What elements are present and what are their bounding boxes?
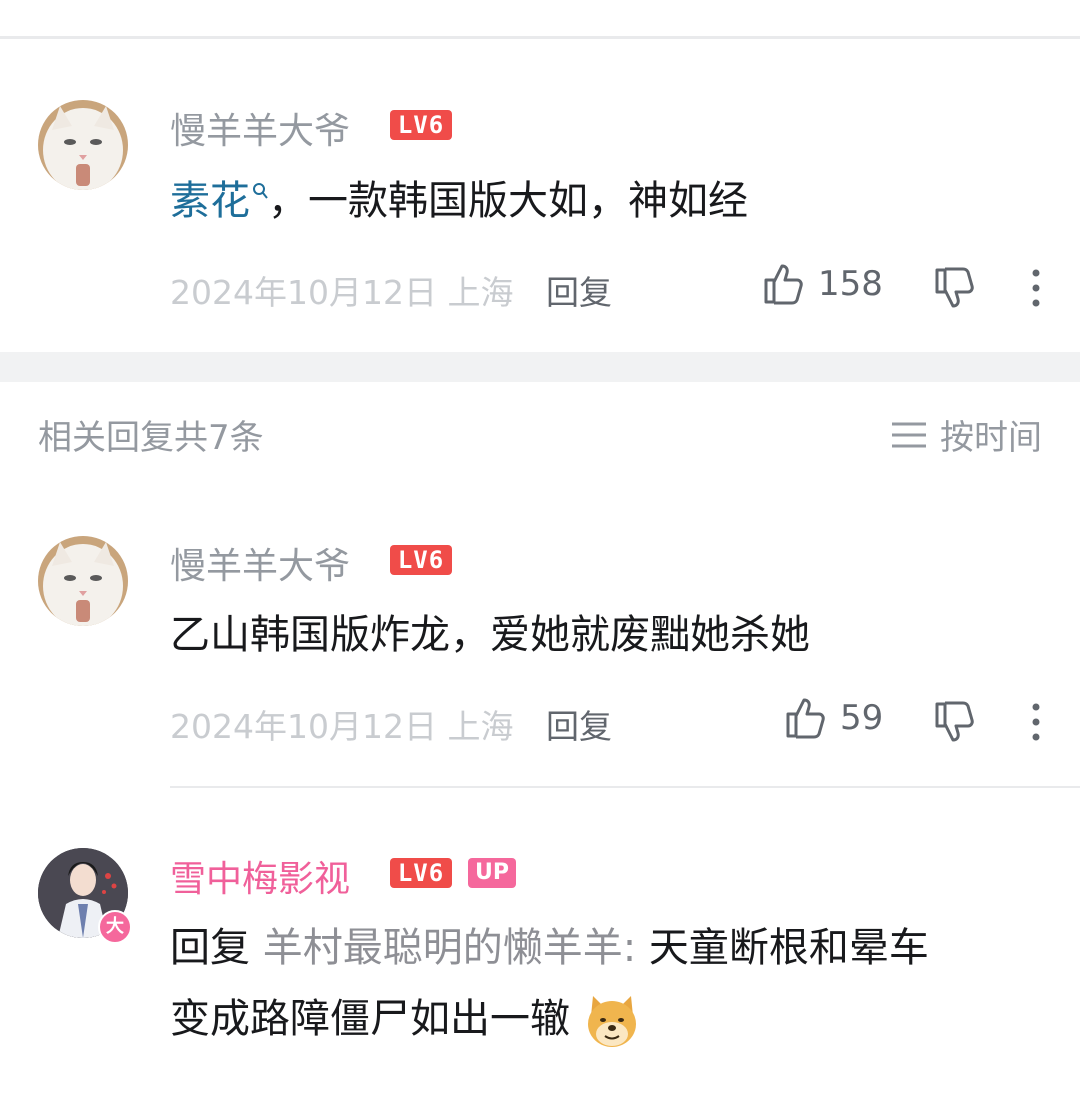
- dislike-button[interactable]: [933, 700, 977, 748]
- sort-label: 按时间: [940, 418, 1042, 458]
- avatar[interactable]: [38, 100, 128, 190]
- comment-meta: 2024年10月12日 上海: [170, 266, 513, 314]
- reply-text: 乙山韩国版炸龙，爱她就废黜她杀她: [170, 612, 810, 658]
- username[interactable]: 慢羊羊大爷: [170, 102, 350, 154]
- mention-link[interactable]: 羊村最聪明的懒羊羊:: [263, 925, 636, 971]
- reply-prefix: 回复: [170, 925, 250, 971]
- keyword-link[interactable]: 素花: [170, 178, 250, 224]
- comment-date: 2024年10月12日: [170, 273, 437, 312]
- thumbs-down-icon: [935, 701, 974, 742]
- search-icon[interactable]: [252, 182, 268, 200]
- divider: [0, 36, 1080, 39]
- section-divider: [0, 352, 1080, 382]
- sort-icon: [892, 422, 926, 447]
- level-badge: LV6: [390, 858, 452, 888]
- more-options-button[interactable]: [1026, 268, 1046, 312]
- level-badge: LV6: [390, 110, 452, 140]
- avatar[interactable]: [38, 536, 128, 626]
- reply-date: 2024年10月12日: [170, 707, 437, 746]
- thumbs-up-icon: [764, 264, 803, 305]
- up-badge: UP: [468, 858, 516, 888]
- like-count: 59: [840, 698, 884, 738]
- reply-text-line-2: 变成路障僵尸如出一辙: [170, 988, 641, 1050]
- more-vertical-icon: [1032, 703, 1040, 741]
- level-badge: LV6: [390, 545, 452, 575]
- reply-location: 上海: [447, 707, 514, 746]
- thumbs-up-icon: [786, 698, 825, 739]
- like-count: 158: [818, 264, 883, 304]
- reply-button[interactable]: 回复: [546, 266, 612, 314]
- more-options-button[interactable]: [1026, 702, 1046, 746]
- reply-divider: [170, 786, 1080, 788]
- cat-avatar-icon: [38, 536, 128, 626]
- doge-emoji-icon: [587, 996, 636, 1047]
- sort-by-time-button[interactable]: 按时间: [892, 410, 1042, 459]
- like-button[interactable]: 59: [784, 696, 883, 740]
- more-icon[interactable]: [1022, 0, 1054, 4]
- replies-count-header: 相关回复共7条: [38, 418, 264, 458]
- previous-item-remnant: [0, 0, 1080, 36]
- username[interactable]: 雪中梅影视: [170, 850, 350, 902]
- comment-text: 素花 ，一款韩国版大如，神如经: [170, 170, 748, 232]
- reply-meta: 2024年10月12日 上海: [170, 700, 513, 748]
- dislike-button[interactable]: [933, 266, 977, 314]
- reply-body-line-2: 变成路障僵尸如出一辙: [170, 996, 570, 1042]
- comment-body: ，一款韩国版大如，神如经: [268, 178, 748, 224]
- reply-body-line-1: 天童断根和晕车: [636, 925, 929, 971]
- avatar-badge: 大: [98, 910, 132, 944]
- cat-avatar-icon: [38, 100, 128, 190]
- more-vertical-icon: [1032, 269, 1040, 307]
- reply-button[interactable]: 回复: [546, 700, 612, 748]
- comment-location: 上海: [447, 273, 514, 312]
- thumbs-down-icon: [935, 267, 974, 308]
- reply-text-line-1: 回复 羊村最聪明的懒羊羊: 天童断根和晕车: [170, 917, 929, 979]
- username[interactable]: 慢羊羊大爷: [170, 537, 350, 589]
- like-button[interactable]: 158: [762, 262, 883, 306]
